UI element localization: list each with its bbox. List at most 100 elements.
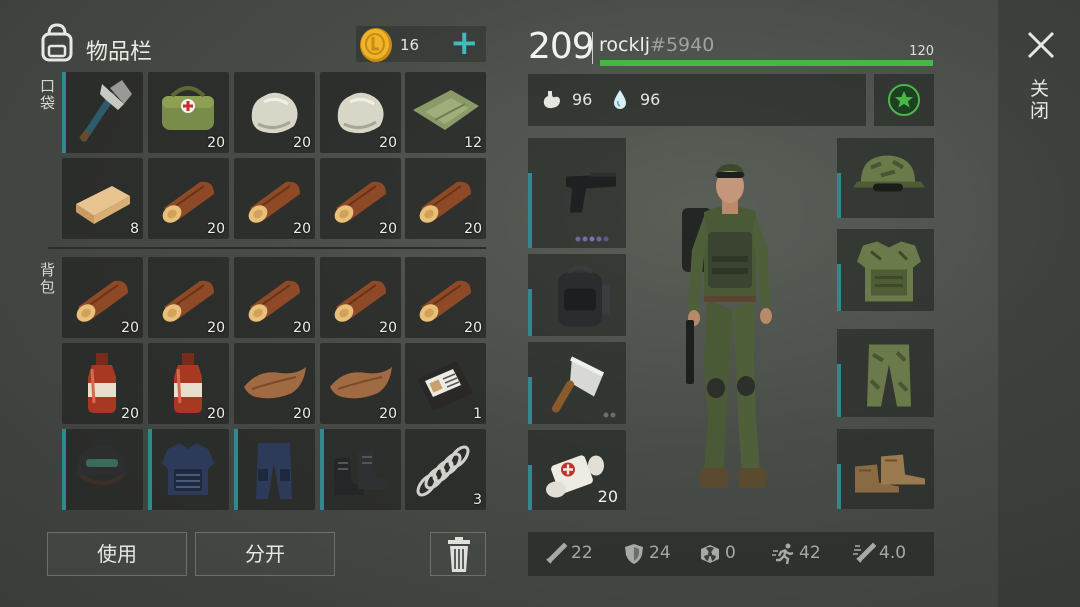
inventory-slot[interactable]: 20 bbox=[234, 72, 315, 153]
item-count: 12 bbox=[464, 135, 482, 151]
camo-cap-icon bbox=[853, 155, 925, 192]
player-name: rocklj#5940 bbox=[599, 34, 714, 56]
item-count: 20 bbox=[293, 135, 311, 151]
water-value: 96 bbox=[640, 90, 661, 109]
inventory-slot[interactable]: 20 bbox=[148, 257, 229, 338]
xp-bar-fill bbox=[600, 60, 933, 66]
inventory-slot[interactable]: 20 bbox=[320, 158, 401, 239]
inventory-slot[interactable]: 20 bbox=[320, 343, 401, 424]
armor-pants-icon bbox=[256, 443, 292, 499]
item-count: 20 bbox=[293, 221, 311, 237]
trash-icon bbox=[448, 537, 470, 572]
inventory-slot[interactable] bbox=[234, 429, 315, 510]
item-count: 20 bbox=[379, 135, 397, 151]
item-count: 20 bbox=[464, 221, 482, 237]
sword-icon bbox=[546, 542, 568, 564]
item-count: 20 bbox=[121, 406, 139, 422]
inventory-header: 物品栏 16 + bbox=[36, 20, 486, 70]
inventory-slot[interactable]: 20 bbox=[234, 257, 315, 338]
pocket-label: 口袋 bbox=[40, 77, 56, 112]
shield-icon bbox=[625, 544, 643, 564]
equipment-slot-left[interactable] bbox=[528, 138, 626, 248]
item-count: 20 bbox=[207, 221, 225, 237]
player-level: 209 bbox=[528, 26, 595, 67]
inventory-slot[interactable] bbox=[148, 429, 229, 510]
backpack-icon bbox=[558, 265, 610, 327]
item-count: 20 bbox=[597, 487, 618, 506]
inventory-slot[interactable]: 20 bbox=[234, 343, 315, 424]
item-count: 20 bbox=[379, 221, 397, 237]
inventory-slot[interactable]: 20 bbox=[320, 72, 401, 153]
inventory-slot[interactable]: 20 bbox=[148, 158, 229, 239]
star-button-icon[interactable] bbox=[874, 74, 934, 126]
axe-icon bbox=[79, 80, 132, 143]
ammo-dots bbox=[575, 236, 609, 242]
name-separator bbox=[592, 32, 593, 64]
inventory-slot[interactable]: 20 bbox=[405, 257, 486, 338]
camo-pants-icon bbox=[867, 344, 911, 407]
backpack-label: 背包 bbox=[40, 261, 56, 296]
section-divider bbox=[48, 247, 486, 249]
equipment-slot-right[interactable] bbox=[837, 329, 934, 417]
equipment-slot-right[interactable] bbox=[837, 138, 934, 218]
equipment-slot-left[interactable] bbox=[528, 342, 626, 424]
item-count: 1 bbox=[473, 406, 482, 422]
equipment-slot-left[interactable] bbox=[528, 254, 626, 336]
inventory-slot[interactable]: 20 bbox=[320, 257, 401, 338]
buy-coins-button[interactable]: + bbox=[450, 26, 479, 62]
inventory-slot[interactable]: 20 bbox=[148, 343, 229, 424]
shoes-icon bbox=[855, 454, 925, 493]
attack-value: 22 bbox=[571, 543, 593, 563]
inventory-slot[interactable]: 8 bbox=[62, 158, 143, 239]
equipment-slot-left[interactable]: 20 bbox=[528, 430, 626, 510]
running-icon bbox=[772, 543, 794, 565]
item-count: 20 bbox=[379, 320, 397, 336]
character-figure bbox=[682, 164, 772, 488]
coin-counter: 16 + bbox=[356, 26, 486, 62]
survival-stats: 96 96 bbox=[528, 74, 866, 126]
backpack-icon bbox=[41, 23, 73, 62]
radiation-value: 0 bbox=[725, 543, 736, 563]
item-count: 20 bbox=[379, 406, 397, 422]
item-count: 20 bbox=[207, 135, 225, 151]
inventory-slot[interactable]: 20 bbox=[234, 158, 315, 239]
inventory-slot[interactable] bbox=[320, 429, 401, 510]
inventory-slot[interactable]: 20 bbox=[148, 72, 229, 153]
item-count: 8 bbox=[130, 221, 139, 237]
xp-value: 120 bbox=[909, 44, 934, 59]
inventory-slot[interactable]: 12 bbox=[405, 72, 486, 153]
camo-vest-icon bbox=[857, 241, 921, 302]
inventory-slot[interactable]: 20 bbox=[62, 257, 143, 338]
speed-value: 42 bbox=[799, 543, 821, 563]
inventory-slot[interactable]: 1 bbox=[405, 343, 486, 424]
equipment-slot-right[interactable] bbox=[837, 429, 934, 509]
boots-icon bbox=[334, 451, 388, 495]
use-button[interactable]: 使用 bbox=[47, 532, 187, 576]
close-button[interactable]: 关闭 bbox=[1030, 78, 1052, 122]
item-count: 3 bbox=[473, 492, 482, 508]
inventory-slot[interactable]: 20 bbox=[62, 343, 143, 424]
split-button[interactable]: 分开 bbox=[195, 532, 335, 576]
coin-count: 16 bbox=[400, 36, 420, 54]
equipment-slot-right[interactable] bbox=[837, 229, 934, 311]
xp-bar bbox=[600, 60, 933, 66]
inventory-slot[interactable] bbox=[62, 72, 143, 153]
player-tag: #5940 bbox=[650, 34, 715, 56]
item-count: 20 bbox=[293, 320, 311, 336]
inventory-slot[interactable] bbox=[62, 429, 143, 510]
player-name-text: rocklj bbox=[599, 34, 651, 56]
favorite-box bbox=[874, 74, 934, 126]
item-count: 20 bbox=[293, 406, 311, 422]
coin-icon bbox=[360, 28, 392, 62]
food-value: 96 bbox=[572, 90, 593, 109]
durability-dots bbox=[603, 412, 616, 418]
radiation-icon bbox=[701, 545, 719, 563]
item-count: 20 bbox=[207, 406, 225, 422]
combat-stats: 22 24 0 42 4.0 bbox=[528, 532, 934, 576]
item-count: 20 bbox=[121, 320, 139, 336]
trash-button[interactable] bbox=[430, 532, 486, 576]
inventory-slot[interactable]: 3 bbox=[405, 429, 486, 510]
item-count: 20 bbox=[207, 320, 225, 336]
close-icon[interactable] bbox=[1022, 26, 1060, 64]
inventory-slot[interactable]: 20 bbox=[405, 158, 486, 239]
